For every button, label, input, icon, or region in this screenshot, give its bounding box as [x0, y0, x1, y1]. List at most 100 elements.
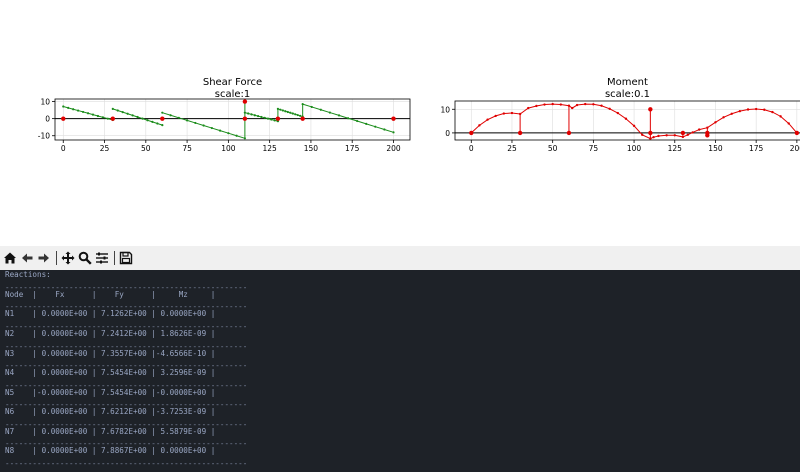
moment-data-point	[673, 134, 676, 137]
home-icon[interactable]	[2, 250, 18, 266]
table-row: N4 | 0.0000E+00 | 7.5454E+00 | 3.2596E-0…	[5, 368, 216, 377]
moment-data-point	[543, 103, 546, 106]
zoom-icon[interactable]	[77, 250, 93, 266]
shear-xtick-label: 50	[141, 144, 151, 153]
shear-xtick-label: 150	[304, 144, 319, 153]
shear-data-point	[62, 105, 65, 108]
shear-node-marker	[110, 116, 115, 121]
shear-data-point	[337, 114, 341, 117]
shear-data-point	[116, 109, 119, 112]
shear-data-point	[185, 119, 189, 122]
shear-subtitle: scale:1	[215, 89, 251, 100]
forward-icon[interactable]	[36, 250, 52, 266]
shear-data-point	[289, 111, 292, 114]
shear-data-point	[202, 124, 205, 127]
shear-data-point	[299, 114, 302, 117]
shear-ytick-label: 10	[40, 98, 50, 107]
shear-data-point	[227, 132, 230, 135]
moment-node-marker	[648, 130, 653, 136]
shear-data-point	[126, 112, 129, 115]
shear-node-marker	[391, 116, 396, 121]
moment-ytick-label: 10	[440, 105, 450, 114]
shear-xtick-label: 175	[345, 144, 360, 153]
shear-node-marker	[160, 116, 165, 121]
shear-data-point	[247, 112, 250, 115]
shear-data-point	[286, 110, 289, 114]
moment-data-point	[527, 106, 530, 110]
shear-data-point	[346, 117, 350, 120]
shear-data-point	[383, 128, 386, 131]
shear-data-point	[392, 131, 395, 134]
moment-data-point	[584, 102, 587, 106]
moment-xtick-label: 150	[708, 144, 723, 153]
shear-xtick-label: 200	[386, 144, 401, 153]
moment-node-marker	[794, 130, 800, 136]
shear-data-point	[284, 110, 287, 113]
moment-xtick-label: 100	[627, 144, 642, 153]
moment-data-point	[722, 116, 725, 119]
shear-ytick-label: -10	[38, 132, 50, 141]
reactions-heading: Reactions:	[5, 270, 51, 279]
shear-data-point	[72, 108, 75, 111]
moment-data-point	[478, 124, 481, 127]
shear-data-point	[194, 121, 197, 125]
moment-xtick-label: 200	[790, 144, 800, 153]
shear-data-point	[177, 116, 180, 119]
moment-node-marker	[566, 130, 572, 136]
back-icon[interactable]	[19, 250, 35, 266]
moment-data-point	[559, 103, 563, 106]
shear-xtick-label: 100	[221, 144, 236, 153]
shear-data-point	[169, 114, 172, 117]
moment-node-marker	[517, 130, 523, 136]
moment-title: Moment	[607, 77, 648, 88]
moment-data-point	[746, 108, 750, 111]
shear-data-point	[81, 110, 85, 114]
moment-xtick-label: 75	[589, 144, 599, 153]
moment-data-point	[652, 135, 655, 139]
shear-data-point	[256, 114, 260, 118]
shear-data-point	[279, 108, 282, 111]
shear-data-point	[356, 119, 359, 123]
plot-area: Shear Force scale:1 0 25 50 75 100 125 150 175 200…	[0, 0, 800, 246]
shear-data-point	[270, 118, 273, 121]
moment-data-point	[763, 108, 766, 111]
shear-data-point	[151, 120, 154, 123]
configure-icon[interactable]	[94, 250, 110, 266]
moment-data-point	[657, 134, 660, 138]
moment-subtitle: scale:0.1	[605, 89, 650, 100]
moment-data-point	[686, 133, 689, 136]
moment-data-point	[738, 109, 742, 113]
table-row: N6 | 0.0000E+00 | 7.6212E+00 |-3.7253E-0…	[5, 407, 216, 416]
shear-data-point	[328, 111, 332, 114]
table-row: N5 |-0.0000E+00 | 7.5454E+00 |-0.0000E+0…	[5, 388, 216, 397]
moment-data-point	[691, 131, 694, 134]
shear-data-point	[77, 109, 80, 112]
shear-data-point	[294, 113, 297, 116]
shear-data-point	[86, 112, 90, 115]
shear-data-point	[101, 116, 104, 119]
moment-data-point	[486, 118, 489, 121]
shear-data-point	[121, 111, 124, 114]
moment-data-point	[714, 121, 717, 124]
moment-data-point	[592, 103, 595, 106]
shear-data-point	[263, 116, 266, 119]
moment-data-point	[787, 122, 790, 125]
shear-data-point	[235, 134, 238, 137]
moment-xtick-label: 25	[507, 144, 517, 153]
shear-data-point	[250, 113, 253, 116]
shear-node-marker	[61, 116, 66, 121]
moment-data-point	[665, 134, 668, 137]
toolbar-separator	[56, 251, 57, 265]
shear-data-point	[365, 122, 368, 125]
table-row: N3 | 0.0000E+00 | 7.3557E+00 |-4.6566E-1…	[5, 349, 216, 358]
shear-xtick-label: 25	[100, 144, 110, 153]
moment-data-point	[641, 133, 644, 136]
shear-data-point	[106, 117, 109, 120]
moment-node-marker	[648, 107, 653, 112]
shear-data-point	[210, 126, 213, 130]
shear-data-point	[310, 105, 313, 109]
pan-icon[interactable]	[60, 250, 76, 266]
save-icon[interactable]	[118, 250, 134, 266]
moment-data-point	[616, 111, 619, 115]
shear-data-point	[260, 115, 263, 119]
